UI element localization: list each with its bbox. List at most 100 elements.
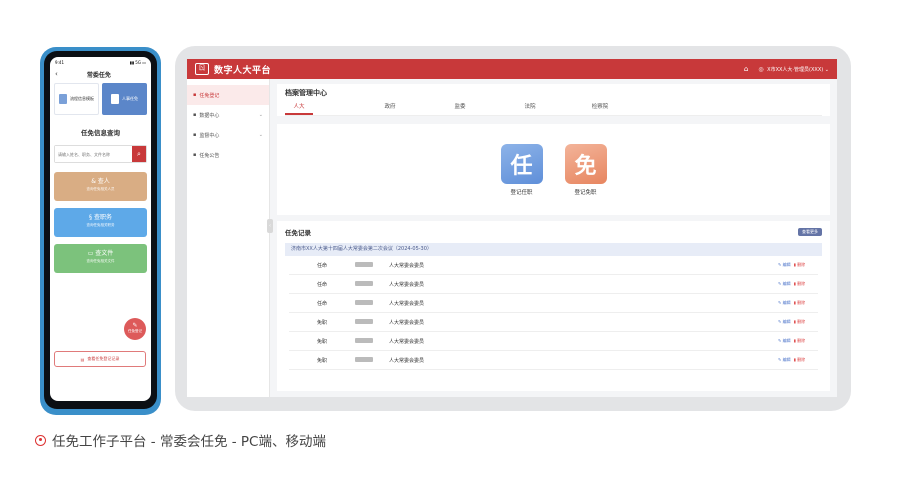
edit-button[interactable]: ✎ 编辑 — [778, 357, 791, 363]
record-ops: ✎ 编辑 ▮ 删除 — [778, 319, 818, 325]
edit-icon: ✎ — [132, 322, 138, 329]
archive-panel: 档案管理中心 人大 政府 监委 法院 检察院 — [277, 84, 830, 116]
records-panel: 任免记录 查看更多 济南市XX人大第十四届人大常委会第二次会议（2024-05-… — [277, 221, 830, 391]
search-icon[interactable]: ⌕ — [132, 146, 146, 162]
record-post: 人大常委会委员 — [389, 357, 425, 364]
search-box: ⌕ — [54, 145, 147, 163]
edit-button[interactable]: ✎ 编辑 — [778, 262, 791, 268]
record-post: 人大常委会委员 — [389, 281, 425, 288]
query-title: 任免信息查询 — [81, 129, 120, 137]
status-time: 9:41 — [55, 59, 64, 65]
delete-button[interactable]: ▮ 删除 — [794, 319, 805, 325]
record-ops: ✎ 编辑 ▮ 删除 — [778, 338, 818, 344]
edit-button[interactable]: ✎ 编辑 — [778, 319, 791, 325]
table-row: 任命 人大常委会委员 ✎ 编辑 ▮ 删除 — [289, 275, 818, 294]
tab-personnel[interactable]: 人事任免 — [102, 83, 147, 115]
action-label: 登记任职 — [510, 189, 533, 196]
card-subtitle: 查询任免相关职务 — [86, 223, 115, 227]
delete-button[interactable]: ▮ 删除 — [794, 262, 805, 268]
card-title: ▭ 查文件 — [87, 250, 114, 257]
card-title: § 查职务 — [89, 214, 112, 221]
table-row: 任命 人大常委会委员 ✎ 编辑 ▮ 删除 — [289, 294, 818, 313]
edit-button[interactable]: ✎ 编辑 — [778, 281, 791, 287]
search-post-card[interactable]: § 查职务 查询任免相关职务 — [54, 208, 147, 237]
tab-government[interactable]: 政府 — [355, 100, 425, 115]
topbar-right: ⌂ ◎ X市XX人大·管理员(XXX) ⌄ — [744, 65, 829, 73]
showcase: ㄖ 数字人大平台 ⌂ ◎ X市XX人大·管理员(XXX) ⌄ ▪ 任免登记 ▪ … — [0, 0, 899, 481]
record-post: 人大常委会委员 — [389, 338, 425, 345]
delete-button[interactable]: ▮ 删除 — [794, 281, 805, 287]
record-type: 免职 — [316, 319, 327, 326]
caption: 任免工作子平台 - 常委会任免 - PC端、移动端 — [35, 430, 326, 450]
top-bar: ㄖ 数字人大平台 ⌂ ◎ X市XX人大·管理员(XXX) ⌄ — [187, 59, 837, 79]
sidebar-dot-icon: ▪ — [193, 132, 197, 138]
tab-npc[interactable]: 人大 — [285, 100, 313, 115]
search-file-card[interactable]: ▭ 查文件 查询任免相关文件 — [54, 244, 147, 273]
record-name-redacted — [355, 299, 389, 307]
org-tabs: 人大 政府 监委 法院 检察院 — [285, 100, 822, 116]
search-input[interactable] — [55, 146, 132, 162]
register-dismissal-button[interactable]: 免 登记免职 — [564, 143, 607, 196]
quick-actions: 任 登记任职 免 登记免职 — [277, 124, 830, 215]
record-type: 免职 — [316, 357, 327, 364]
signal-battery-icon: ▮▮ 5G ▭ — [129, 59, 146, 65]
tab-court[interactable]: 法院 — [495, 100, 565, 115]
delete-button[interactable]: ▮ 删除 — [794, 300, 805, 306]
float-label: 任免登记 — [128, 329, 142, 333]
chevron-down-icon: ⌄ — [258, 112, 263, 118]
mobile-nav-bar: ‹ 常委任免 — [50, 67, 151, 81]
search-person-card[interactable]: & 查人 查询任免相关人员 — [54, 172, 147, 201]
delete-button[interactable]: ▮ 删除 — [794, 357, 805, 363]
records-title: 任免记录 — [285, 229, 311, 237]
record-ops: ✎ 编辑 ▮ 删除 — [778, 300, 818, 306]
home-icon[interactable]: ⌂ — [744, 65, 748, 73]
sidebar-dot-icon: ▪ — [193, 112, 197, 118]
document-icon — [59, 94, 67, 104]
table-row: 任命 人大常委会委员 ✎ 编辑 ▮ 删除 — [289, 256, 818, 275]
list-icon: ▤ — [80, 356, 85, 362]
edit-button[interactable]: ✎ 编辑 — [778, 338, 791, 344]
caption-text: 任免工作子平台 - 常委会任免 - PC端、移动端 — [52, 434, 326, 450]
user-menu[interactable]: ◎ X市XX人大·管理员(XXX) ⌄ — [758, 66, 829, 73]
table-row: 免职 人大常委会委员 ✎ 编辑 ▮ 删除 — [289, 313, 818, 332]
sidebar-item-label: 监督中心 — [199, 132, 220, 139]
record-name-redacted — [355, 356, 389, 364]
chevron-down-icon: ⌄ — [824, 66, 829, 73]
sidebar-item-label: 任免登记 — [199, 92, 220, 99]
record-post: 人大常委会委员 — [389, 319, 425, 326]
record-name-redacted — [355, 280, 389, 288]
logo-icon: ㄖ — [195, 63, 209, 75]
delete-button[interactable]: ▮ 删除 — [794, 338, 805, 344]
tablet-frame: ㄖ 数字人大平台 ⌂ ◎ X市XX人大·管理员(XXX) ⌄ ▪ 任免登记 ▪ … — [175, 46, 851, 411]
sidebar-item-supervision-center[interactable]: ▪ 监督中心 ⌄ — [187, 125, 269, 145]
records-header: 任免记录 查看更多 — [285, 227, 822, 237]
phone-frame: 9:41 ▮▮ 5G ▭ ‹ 常委任免 流程信息模板 人事任免 任免信息查询 请… — [40, 47, 161, 415]
table-row: 免职 人大常委会委员 ✎ 编辑 ▮ 删除 — [289, 351, 818, 370]
app-title: 数字人大平台 — [214, 65, 272, 76]
record-post: 人大常委会委员 — [389, 300, 425, 307]
sidebar-dot-icon: ▪ — [193, 92, 197, 98]
record-ops: ✎ 编辑 ▮ 删除 — [778, 262, 818, 268]
tab-procuratorate[interactable]: 检察院 — [565, 100, 635, 115]
register-float-button[interactable]: ✎ 任免登记 — [124, 318, 146, 340]
tab-process-template[interactable]: 流程信息模板 — [54, 83, 99, 115]
document-icon — [111, 94, 119, 104]
tab-supervision[interactable]: 监委 — [425, 100, 495, 115]
sidebar: ▪ 任免登记 ▪ 数据中心 ⌄ ▪ 监督中心 ⌄ ▪ 任免公告 — [187, 79, 270, 397]
sidebar-item-appointment-notice[interactable]: ▪ 任免公告 — [187, 145, 269, 165]
view-more-button[interactable]: 查看更多 — [798, 228, 822, 236]
register-appointment-button[interactable]: 任 登记任职 — [500, 143, 543, 196]
sidebar-item-appointment-register[interactable]: ▪ 任免登记 — [187, 85, 269, 105]
record-name-redacted — [355, 261, 389, 269]
view-records-button[interactable]: ▤ 查看任免登记记录 — [54, 351, 146, 367]
target-icon — [35, 434, 46, 446]
sidebar-item-label: 任免公告 — [199, 152, 220, 159]
meeting-group-header[interactable]: 济南市XX人大第十四届人大常委会第二次会议（2024-05-30） — [285, 243, 822, 256]
edit-button[interactable]: ✎ 编辑 — [778, 300, 791, 306]
card-title: & 查人 — [91, 178, 110, 185]
sidebar-item-data-center[interactable]: ▪ 数据中心 ⌄ — [187, 105, 269, 125]
user-name: X市XX人大·管理员(XXX) — [767, 66, 824, 73]
main-content: 档案管理中心 人大 政府 监委 法院 检察院 任 登记任职 免 登记免职 任免记… — [270, 79, 837, 397]
panel-title: 档案管理中心 — [285, 89, 327, 97]
record-name-redacted — [355, 318, 389, 326]
